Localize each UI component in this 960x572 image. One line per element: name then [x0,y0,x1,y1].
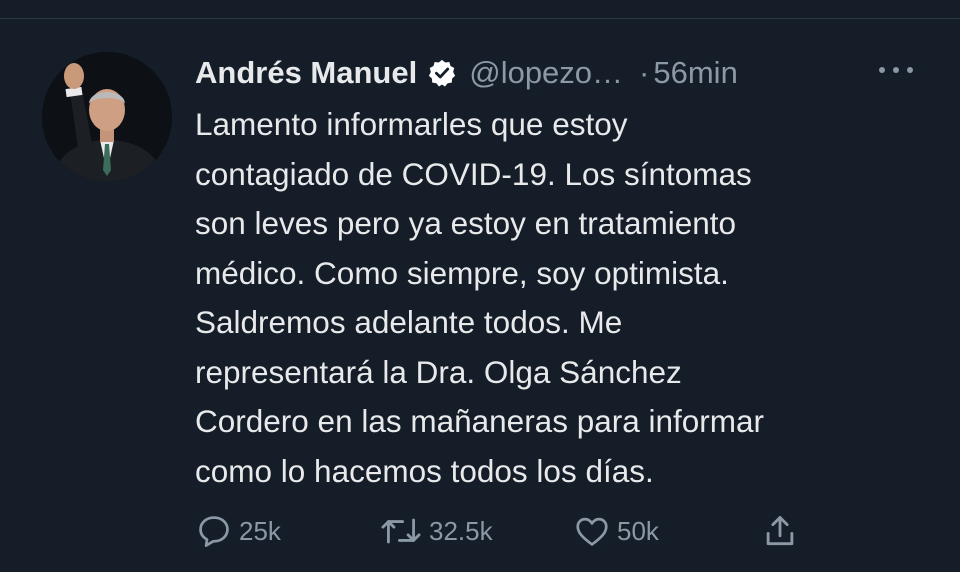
share-button[interactable] [761,506,799,556]
avatar-image [42,52,172,182]
top-divider [0,18,960,19]
retweet-button[interactable]: 32.5k [379,506,493,556]
tweet-header: Andrés Manuel @lopezo… · 56min [195,50,738,96]
tweet-text-line: como lo hacemos todos los días. [195,452,654,489]
author-handle[interactable]: @lopezo… [469,55,623,91]
tweet-text-line: médico. Como siempre, soy optimista. [195,254,729,291]
tweet-text-line: Cordero en las mañaneras para informar [195,403,765,439]
tweet-text-line: son leves pero ya estoy en tratamiento [195,205,737,241]
tweet-text-line: contagiado de COVID-19. Los síntomas [195,155,752,192]
reply-button[interactable]: 25k [195,506,281,556]
reply-count: 25k [239,515,281,546]
tweet-actions: 25k 32.5k 50k [195,506,835,556]
avatar[interactable] [42,52,172,182]
tweet-timestamp[interactable]: 56min [653,55,737,91]
tweet-body: Lamento informarles que estoy contagiado… [195,100,935,496]
author-name[interactable]: Andrés Manuel [195,55,417,91]
tweet-text-line: Saldremos adelante todos. Me [195,304,623,340]
like-button[interactable]: 50k [573,506,659,556]
more-options-icon[interactable] [876,60,916,80]
share-icon [761,512,799,550]
like-count: 50k [617,515,659,546]
heart-icon [573,512,611,550]
retweet-icon [379,512,423,550]
verified-badge-icon [427,58,457,88]
header-separator: · [639,55,650,90]
tweet-text-line: representará la Dra. Olga Sánchez [195,353,682,390]
reply-icon [195,512,233,550]
tweet-text-line: Lamento informarles que estoy [195,106,628,142]
retweet-count: 32.5k [429,515,493,546]
